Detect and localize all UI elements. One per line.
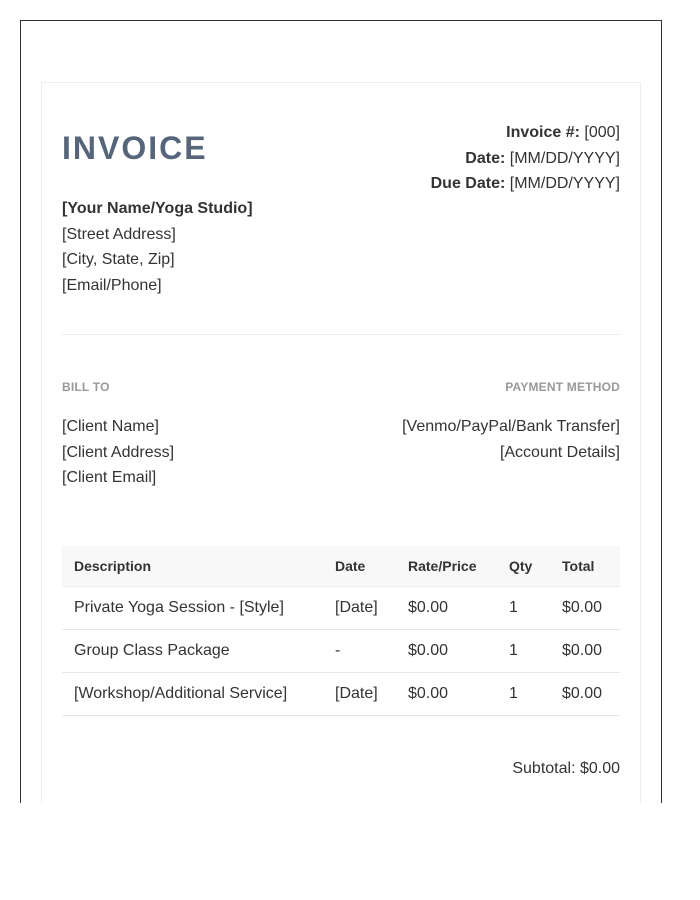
cell-rate: $0.00 [396,586,497,630]
invoice-number-value: [000] [584,124,620,141]
cell-description: Private Yoga Session - [Style] [62,586,323,630]
invoice-date-value: [MM/DD/YYYY] [509,149,620,167]
table-row: Private Yoga Session - [Style] [Date] $0… [62,586,620,630]
cell-date: [Date] [323,672,396,716]
sender-contact: [Email/Phone] [62,276,162,294]
table-row: Group Class Package - $0.00 1 $0.00 [62,629,620,673]
cell-description: Group Class Package [62,629,323,673]
payment-method-label: PAYMENT METHOD [505,380,620,394]
account-details: [Account Details] [499,443,620,461]
client-email: [Client Email] [62,469,157,486]
column-header-date: Date [323,546,396,587]
cell-qty: 1 [497,629,550,673]
cell-description: [Workshop/Additional Service] [62,672,323,716]
due-date-value: [MM/DD/YYYY] [509,175,620,192]
cell-rate: $0.00 [396,629,497,673]
payment-block: [Venmo/PayPal/Bank Transfer] [Account De… [402,414,620,465]
totals-block: Subtotal: $0.00 Discount: $0.00 [509,748,620,803]
cell-date: [Date] [323,586,396,630]
column-header-rate: Rate/Price [396,546,497,587]
payment-method: [Venmo/PayPal/Bank Transfer] [402,418,620,435]
sender-block: [Your Name/Yoga Studio] [Street Address]… [62,196,253,298]
invoice-date-label: Date: [465,149,506,167]
cell-qty: 1 [497,586,550,630]
cell-total: $0.00 [550,586,620,630]
invoice-title: INVOICE [62,130,208,166]
section-divider [62,334,620,335]
invoice-number-label: Invoice #: [506,124,580,141]
sender-street: [Street Address] [62,225,176,243]
column-header-total: Total [550,546,620,587]
cell-qty: 1 [497,672,550,716]
client-address: [Client Address] [62,443,175,461]
client-name: [Client Name] [62,418,159,435]
invoice-date-line: Date: [MM/DD/YYYY] [431,146,620,172]
cell-total: $0.00 [550,629,620,673]
discount-line: Discount: $0.00 [509,790,620,803]
sender-name: [Your Name/Yoga Studio] [62,200,253,217]
subtotal-line: Subtotal: $0.00 [512,760,620,777]
cell-date: - [323,629,396,673]
bill-to-label: BILL TO [62,380,110,394]
invoice-number-line: Invoice #: [000] [431,120,620,146]
due-date-label: Due Date: [430,175,506,192]
table-row: [Workshop/Additional Service] [Date] $0.… [62,672,620,716]
document-viewport: INVOICE Invoice #: [000] Date: [MM/DD/YY… [20,20,662,803]
table-header-row: Description Date Rate/Price Qty Total [62,546,620,587]
column-header-qty: Qty [497,546,550,587]
line-items-table: Description Date Rate/Price Qty Total Pr… [62,546,620,716]
cell-rate: $0.00 [396,672,497,716]
due-date-line: Due Date: [MM/DD/YYYY] [431,171,620,197]
invoice-meta: Invoice #: [000] Date: [MM/DD/YYYY] Due … [431,120,620,197]
sender-city: [City, State, Zip] [62,251,175,268]
column-header-description: Description [62,546,323,587]
bill-to-block: [Client Name] [Client Address] [Client E… [62,414,174,491]
cell-total: $0.00 [550,672,620,716]
